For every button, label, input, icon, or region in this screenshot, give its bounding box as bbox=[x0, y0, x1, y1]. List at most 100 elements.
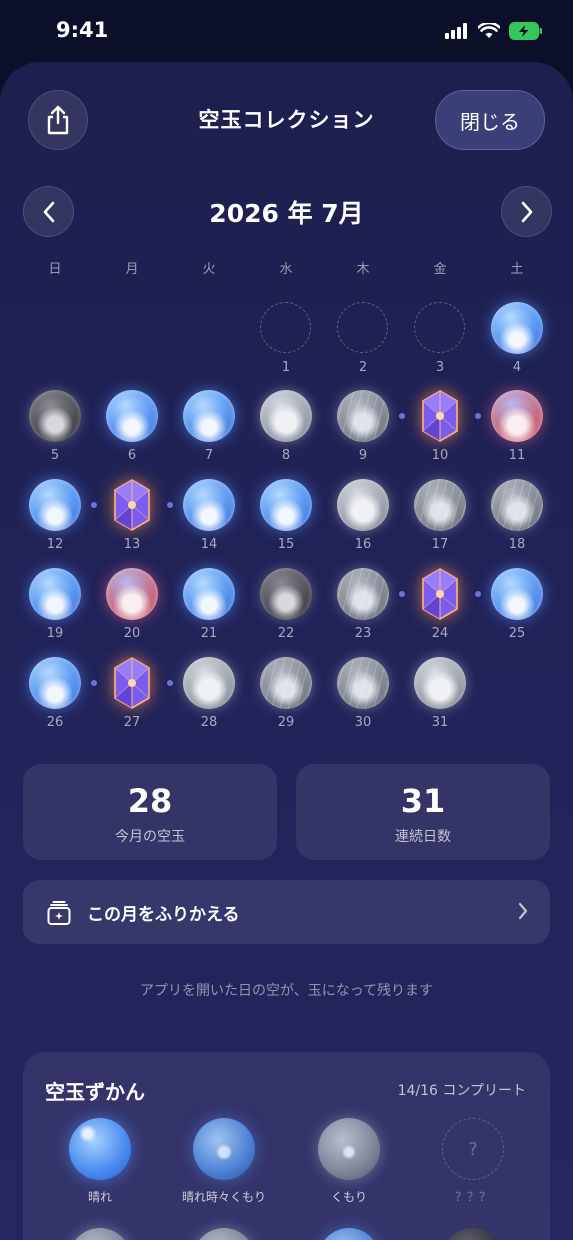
calendar-day[interactable]: 24 bbox=[410, 568, 470, 648]
calendar-day[interactable]: 27 bbox=[102, 657, 162, 737]
calendar-day[interactable]: 28 bbox=[179, 657, 239, 737]
day-number: 14 bbox=[200, 537, 218, 552]
crystal-gem-icon bbox=[114, 657, 150, 709]
empty-day-placeholder bbox=[414, 302, 465, 353]
cellular-signal-icon bbox=[445, 23, 467, 39]
day-number: 25 bbox=[508, 626, 526, 641]
calendar-day[interactable]: 29 bbox=[256, 657, 316, 737]
empty-day-placeholder bbox=[337, 302, 388, 353]
day-number: 2 bbox=[358, 360, 368, 375]
streak-value: 31 bbox=[400, 782, 446, 820]
day-number: 19 bbox=[46, 626, 64, 641]
calendar-day[interactable]: 25 bbox=[487, 568, 547, 648]
calendar-day[interactable]: 4 bbox=[487, 302, 547, 382]
calendar-day: 3 bbox=[410, 302, 470, 382]
clear-sky-orb-icon bbox=[491, 568, 543, 620]
calendar-day: 1 bbox=[256, 302, 316, 382]
partly-cloudy-orb-icon bbox=[193, 1118, 255, 1180]
day-number: 7 bbox=[204, 448, 214, 463]
calendar-day[interactable]: 17 bbox=[410, 479, 470, 559]
day-number: 13 bbox=[123, 537, 141, 552]
crystal-gem-icon bbox=[114, 479, 150, 531]
streak-label: 連続日数 bbox=[395, 829, 451, 845]
status-icons bbox=[445, 22, 543, 40]
calendar-day[interactable]: 13 bbox=[102, 479, 162, 559]
calendar-day[interactable]: 30 bbox=[333, 657, 393, 737]
calendar-day[interactable]: 26 bbox=[25, 657, 85, 737]
status-time: 9:41 bbox=[56, 18, 109, 42]
night-sky-orb-icon bbox=[260, 568, 312, 620]
calendar-day[interactable]: 22 bbox=[256, 568, 316, 648]
calendar-day[interactable]: 9 bbox=[333, 390, 393, 470]
month-count-value: 28 bbox=[127, 782, 173, 820]
empty-day-placeholder bbox=[260, 302, 311, 353]
day-number: 15 bbox=[277, 537, 295, 552]
cloudy-orb-icon bbox=[318, 1118, 380, 1180]
calendar-day[interactable]: 18 bbox=[487, 479, 547, 559]
crystal-gem-icon bbox=[422, 390, 458, 442]
day-number: 6 bbox=[127, 448, 137, 463]
gem-link-dot bbox=[167, 680, 173, 686]
calendar-day[interactable]: 6 bbox=[102, 390, 162, 470]
zukan-item-label: ？？？ bbox=[454, 1190, 491, 1204]
calendar-day[interactable]: 16 bbox=[333, 479, 393, 559]
zukan-item[interactable]: くもり bbox=[289, 1118, 409, 1205]
calendar-day[interactable]: 7 bbox=[179, 390, 239, 470]
wifi-icon bbox=[478, 23, 500, 38]
clear-sky-orb-icon bbox=[106, 390, 158, 442]
day-number: 30 bbox=[354, 715, 372, 730]
month-count-label: 今月の空玉 bbox=[115, 829, 185, 845]
gem-link-dot bbox=[167, 502, 173, 508]
day-number: 22 bbox=[277, 626, 295, 641]
day-number: 12 bbox=[46, 537, 64, 552]
zukan-item[interactable]: 晴れ時々くもり bbox=[164, 1118, 284, 1205]
crystal-gem-icon bbox=[422, 568, 458, 620]
calendar-day[interactable]: 15 bbox=[256, 479, 316, 559]
gem-link-dot bbox=[399, 413, 405, 419]
rain-sky-orb-icon bbox=[337, 568, 389, 620]
calendar-day[interactable]: 23 bbox=[333, 568, 393, 648]
calendar-day[interactable]: 20 bbox=[102, 568, 162, 648]
photo-stack-icon bbox=[47, 901, 71, 925]
day-number: 3 bbox=[435, 360, 445, 375]
day-number: 31 bbox=[431, 715, 449, 730]
day-number: 24 bbox=[431, 626, 449, 641]
calendar-day[interactable]: 5 bbox=[25, 390, 85, 470]
calendar-day[interactable]: 31 bbox=[410, 657, 470, 737]
month-count-card: 28 今月の空玉 bbox=[23, 764, 277, 860]
calendar-day[interactable]: 12 bbox=[25, 479, 85, 559]
calendar-day[interactable]: 11 bbox=[487, 390, 547, 470]
calendar-day[interactable]: 14 bbox=[179, 479, 239, 559]
gem-link-dot bbox=[475, 413, 481, 419]
day-number: 4 bbox=[512, 360, 522, 375]
zukan-item-label: 晴れ bbox=[87, 1190, 112, 1204]
calendar-day[interactable]: 8 bbox=[256, 390, 316, 470]
zukan-item[interactable]: ? ？？？ bbox=[413, 1118, 533, 1205]
chevron-right-icon bbox=[518, 902, 528, 920]
clear-orb-icon bbox=[69, 1118, 131, 1180]
day-number: 18 bbox=[508, 537, 526, 552]
clear-sky-orb-icon bbox=[183, 479, 235, 531]
sunset-sky-orb-icon bbox=[106, 568, 158, 620]
sunset-sky-orb-icon bbox=[491, 390, 543, 442]
day-number: 27 bbox=[123, 715, 141, 730]
cloudy-orb-icon bbox=[193, 1228, 255, 1240]
review-label: この月をふりかえる bbox=[87, 905, 240, 925]
zukan-title: 空玉ずかん bbox=[45, 1080, 145, 1104]
calendar-grid: 1 2 3 4 5 6 7 8 9 10 11 12 13 14 15 16 17 18 19 20 21 22 23 24 2… bbox=[0, 62, 573, 762]
clear-sky-orb-icon bbox=[29, 657, 81, 709]
rain-sky-orb-icon bbox=[337, 390, 389, 442]
review-month-button[interactable]: この月をふりかえる bbox=[23, 880, 550, 944]
gem-link-dot bbox=[91, 680, 97, 686]
status-bar: 9:41 bbox=[0, 0, 573, 62]
day-number: 26 bbox=[46, 715, 64, 730]
cloudy-sky-orb-icon bbox=[183, 657, 235, 709]
zukan-item[interactable]: 晴れ bbox=[40, 1118, 160, 1205]
clear-sky-orb-icon bbox=[183, 568, 235, 620]
zukan-item-label: 晴れ時々くもり bbox=[181, 1190, 266, 1204]
calendar-day[interactable]: 21 bbox=[179, 568, 239, 648]
day-number: 1 bbox=[281, 360, 291, 375]
calendar-day[interactable]: 10 bbox=[410, 390, 470, 470]
day-number: 9 bbox=[358, 448, 368, 463]
calendar-day[interactable]: 19 bbox=[25, 568, 85, 648]
